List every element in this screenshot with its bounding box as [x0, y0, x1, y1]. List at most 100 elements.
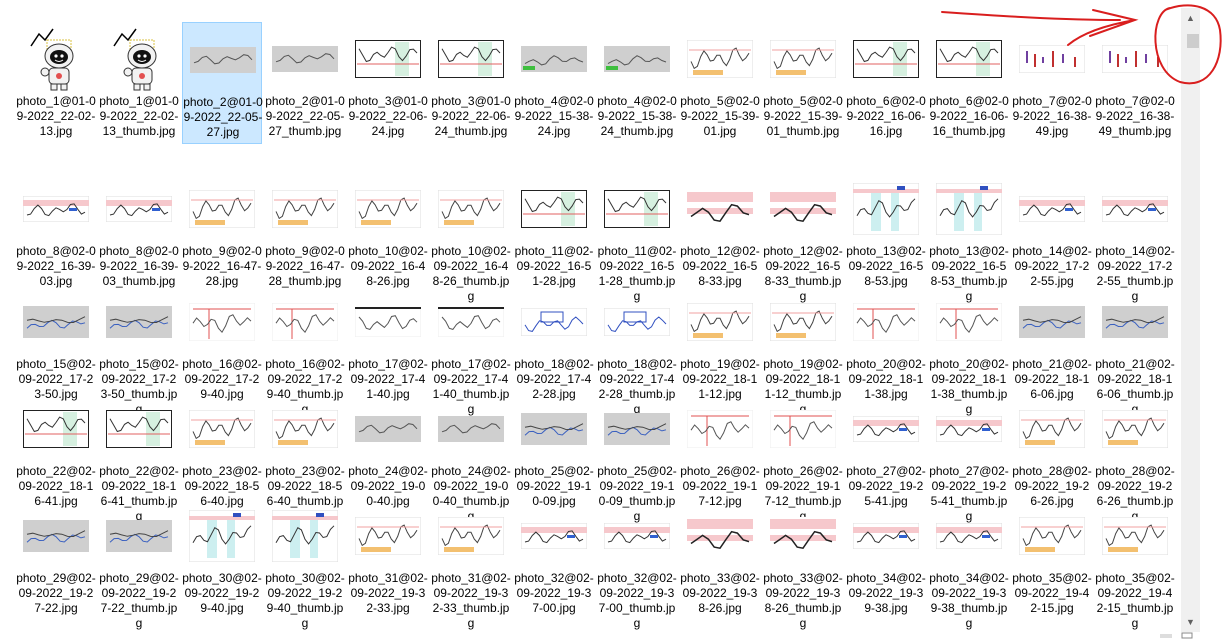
- file-thumbnail: [265, 392, 345, 466]
- file-name: photo_9@02-09-2022_16-47-28.jpg: [182, 244, 262, 288]
- file-item[interactable]: photo_5@02-09-2022_15-39-01_thumb.jpg: [763, 22, 843, 152]
- file-thumbnail: [183, 23, 263, 97]
- file-item[interactable]: photo_4@02-09-2022_15-38-24_thumb.jpg: [597, 22, 677, 152]
- file-item[interactable]: photo_29@02-09-2022_19-27-22_thumb.jpg: [99, 499, 179, 630]
- file-item[interactable]: photo_30@02-09-2022_19-29-40_thumb.jpg: [265, 499, 345, 630]
- file-item[interactable]: photo_35@02-09-2022_19-42-15.jpg: [1012, 499, 1092, 629]
- file-thumbnail: [680, 499, 760, 573]
- file-name: photo_13@02-09-2022_16-58-53.jpg: [846, 244, 926, 288]
- file-name: photo_31@02-09-2022_19-32-33_thumb.jpg: [431, 571, 511, 630]
- file-thumbnail: [1095, 499, 1175, 573]
- file-name: photo_7@02-09-2022_16-38-49.jpg: [1012, 94, 1092, 138]
- file-item[interactable]: photo_12@02-09-2022_16-58-33.jpg: [680, 172, 760, 302]
- file-item[interactable]: photo_32@02-09-2022_19-37-00.jpg: [514, 499, 594, 629]
- file-name: photo_2@01-09-2022_22-05-27_thumb.jpg: [265, 94, 345, 138]
- file-item[interactable]: photo_3@01-09-2022_22-06-24_thumb.jpg: [431, 22, 511, 152]
- file-item[interactable]: photo_31@02-09-2022_19-32-33_thumb.jpg: [431, 499, 511, 630]
- file-thumbnail: [763, 392, 843, 466]
- file-thumbnail: [680, 392, 760, 466]
- file-item[interactable]: photo_33@02-09-2022_19-38-26_thumb.jpg: [763, 499, 843, 630]
- file-name: photo_5@02-09-2022_15-39-01.jpg: [680, 94, 760, 138]
- file-thumbnail: [265, 172, 345, 246]
- file-item[interactable]: photo_8@02-09-2022_16-39-03_thumb.jpg: [99, 172, 179, 302]
- file-name: photo_35@02-09-2022_19-42-15_thumb.jpg: [1095, 571, 1175, 630]
- file-thumbnail: [348, 499, 428, 573]
- status-bar-icons: [1160, 632, 1193, 639]
- file-item[interactable]: photo_33@02-09-2022_19-38-26.jpg: [680, 499, 760, 629]
- file-thumbnail: [597, 499, 677, 573]
- file-thumbnail: [846, 22, 926, 96]
- file-item[interactable]: photo_4@02-09-2022_15-38-24.jpg: [514, 22, 594, 152]
- file-thumbnail: [1095, 22, 1175, 96]
- file-item[interactable]: photo_9@02-09-2022_16-47-28_thumb.jpg: [265, 172, 345, 302]
- file-item[interactable]: photo_31@02-09-2022_19-32-33.jpg: [348, 499, 428, 629]
- file-name: photo_30@02-09-2022_19-29-40_thumb.jpg: [265, 571, 345, 630]
- file-item[interactable]: photo_14@02-09-2022_17-22-55_thumb.jpg: [1095, 172, 1175, 303]
- file-item[interactable]: photo_13@02-09-2022_16-58-53_thumb.jpg: [929, 172, 1009, 303]
- file-thumbnail: [99, 285, 179, 359]
- file-item[interactable]: photo_14@02-09-2022_17-22-55.jpg: [1012, 172, 1092, 302]
- file-thumbnail: [431, 392, 511, 466]
- file-thumbnail: [1095, 172, 1175, 246]
- file-name: photo_3@01-09-2022_22-06-24_thumb.jpg: [431, 94, 511, 138]
- file-item[interactable]: photo_1@01-09-2022_22-02-13_thumb.jpg: [99, 22, 179, 152]
- file-name: photo_33@02-09-2022_19-38-26_thumb.jpg: [763, 571, 843, 630]
- file-name: photo_6@02-09-2022_16-06-16_thumb.jpg: [929, 94, 1009, 138]
- scroll-thumb[interactable]: [1187, 34, 1199, 48]
- file-thumbnail: [929, 392, 1009, 466]
- file-name: photo_11@02-09-2022_16-51-28.jpg: [514, 244, 594, 288]
- file-item[interactable]: photo_7@02-09-2022_16-38-49_thumb.jpg: [1095, 22, 1175, 152]
- file-thumbnail: [846, 285, 926, 359]
- file-name: photo_14@02-09-2022_17-22-55.jpg: [1012, 244, 1092, 288]
- file-item[interactable]: photo_2@01-09-2022_22-05-27.jpg: [182, 22, 263, 144]
- file-item[interactable]: photo_12@02-09-2022_16-58-33_thumb.jpg: [763, 172, 843, 303]
- file-thumbnail: [597, 285, 677, 359]
- file-name: photo_1@01-09-2022_22-02-13.jpg: [16, 94, 96, 138]
- file-item[interactable]: photo_1@01-09-2022_22-02-13.jpg: [16, 22, 96, 152]
- file-name: photo_30@02-09-2022_19-29-40.jpg: [182, 571, 262, 615]
- chevron-up-icon: ▲: [1186, 13, 1195, 23]
- file-thumbnail: [265, 22, 345, 96]
- file-item[interactable]: photo_3@01-09-2022_22-06-24.jpg: [348, 22, 428, 152]
- file-item[interactable]: photo_2@01-09-2022_22-05-27_thumb.jpg: [265, 22, 345, 152]
- file-thumbnail: [348, 392, 428, 466]
- scroll-down-button[interactable]: ▼: [1181, 612, 1200, 632]
- vertical-scrollbar[interactable]: ▲ ▼: [1181, 8, 1200, 632]
- file-item[interactable]: photo_10@02-09-2022_16-48-26_thumb.jpg: [431, 172, 511, 303]
- file-thumbnail: [182, 172, 262, 246]
- file-thumbnail: [99, 499, 179, 573]
- file-item[interactable]: photo_30@02-09-2022_19-29-40.jpg: [182, 499, 262, 629]
- file-thumbnail: [680, 172, 760, 246]
- file-name: photo_7@02-09-2022_16-38-49_thumb.jpg: [1095, 94, 1175, 138]
- file-item[interactable]: photo_34@02-09-2022_19-39-38.jpg: [846, 499, 926, 629]
- file-thumbnail: [597, 392, 677, 466]
- file-item[interactable]: photo_7@02-09-2022_16-38-49.jpg: [1012, 22, 1092, 152]
- file-item[interactable]: photo_10@02-09-2022_16-48-26.jpg: [348, 172, 428, 302]
- file-item[interactable]: photo_5@02-09-2022_15-39-01.jpg: [680, 22, 760, 152]
- file-item[interactable]: photo_32@02-09-2022_19-37-00_thumb.jpg: [597, 499, 677, 630]
- file-item[interactable]: photo_6@02-09-2022_16-06-16.jpg: [846, 22, 926, 152]
- file-item[interactable]: photo_9@02-09-2022_16-47-28.jpg: [182, 172, 262, 302]
- file-item[interactable]: photo_34@02-09-2022_19-39-38_thumb.jpg: [929, 499, 1009, 630]
- file-thumbnail: [348, 22, 428, 96]
- file-item[interactable]: photo_13@02-09-2022_16-58-53.jpg: [846, 172, 926, 302]
- file-name: photo_8@02-09-2022_16-39-03_thumb.jpg: [99, 244, 179, 288]
- file-name: photo_5@02-09-2022_15-39-01_thumb.jpg: [763, 94, 843, 138]
- file-item[interactable]: photo_35@02-09-2022_19-42-15_thumb.jpg: [1095, 499, 1175, 630]
- file-item[interactable]: photo_8@02-09-2022_16-39-03.jpg: [16, 172, 96, 302]
- file-thumbnail: [348, 285, 428, 359]
- file-thumbnail: [763, 22, 843, 96]
- file-name: photo_1@01-09-2022_22-02-13_thumb.jpg: [99, 94, 179, 138]
- file-thumbnail: [680, 285, 760, 359]
- file-item[interactable]: photo_29@02-09-2022_19-27-22.jpg: [16, 499, 96, 629]
- file-thumbnail: [265, 285, 345, 359]
- file-name: photo_12@02-09-2022_16-58-33.jpg: [680, 244, 760, 288]
- file-item[interactable]: photo_6@02-09-2022_16-06-16_thumb.jpg: [929, 22, 1009, 152]
- file-item[interactable]: photo_11@02-09-2022_16-51-28_thumb.jpg: [597, 172, 677, 303]
- scroll-up-button[interactable]: ▲: [1181, 8, 1200, 28]
- file-thumbnail: [348, 172, 428, 246]
- file-thumbnail: [99, 172, 179, 246]
- file-thumbnail: [929, 172, 1009, 246]
- file-name: photo_32@02-09-2022_19-37-00_thumb.jpg: [597, 571, 677, 630]
- file-item[interactable]: photo_11@02-09-2022_16-51-28.jpg: [514, 172, 594, 302]
